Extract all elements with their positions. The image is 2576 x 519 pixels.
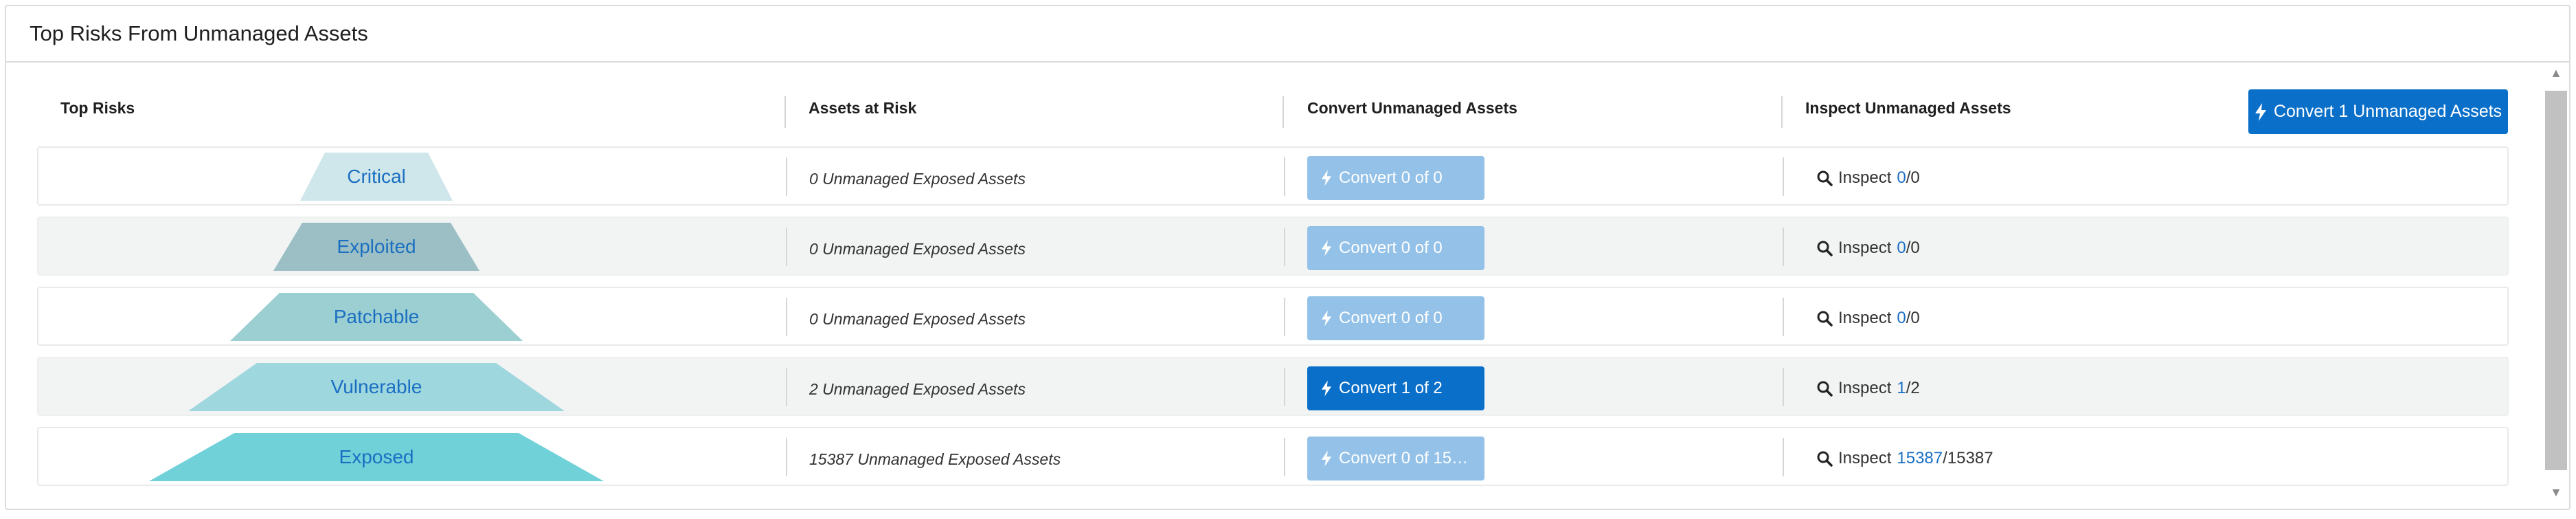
risk-row: Vulnerable 2 Unmanaged Exposed Assets Conv… [37,357,2509,416]
convert-unmanaged-assets-button[interactable]: Convert 1 Unmanaged Assets [2248,89,2508,134]
inspect-total: /0 [1906,168,1920,187]
column-divider [1283,96,1284,128]
risk-level-label[interactable]: Critical [347,166,406,188]
column-divider [1284,298,1285,336]
convert-row-button[interactable]: Convert 0 of 0 [1307,296,1484,340]
column-divider [1783,298,1784,336]
inspect-link[interactable]: 1 [1897,379,1906,397]
convert-row-button[interactable]: Convert 0 of 0 [1307,156,1484,200]
risk-level-label[interactable]: Vulnerable [331,376,422,398]
inspect-count: 1/2 [1897,379,1919,398]
inspect-label: Inspect [1838,449,1892,467]
assets-at-risk-text: 0 Unmanaged Exposed Assets [809,240,1026,258]
search-icon [1817,381,1833,397]
risk-level-trapezoid[interactable]: Patchable [230,293,523,341]
inspect-cell: Inspect 15387/15387 [1816,449,1993,468]
risk-row: Critical 0 Unmanaged Exposed Assets Conver… [37,146,2509,206]
search-icon [1817,241,1833,256]
inspect-cell: Inspect 0/0 [1816,309,1920,328]
bolt-icon [2255,102,2266,121]
inspect-count: 0/0 [1897,239,1919,258]
column-divider [1783,157,1784,196]
column-divider [1284,368,1285,406]
convert-row-label: Convert 1 of 2 [1339,379,1443,397]
inspect-cell: Inspect 0/0 [1816,239,1920,258]
scroll-up-icon[interactable]: ▲ [2550,66,2562,80]
risk-level-label[interactable]: Exposed [339,446,414,468]
risk-row: Patchable 0 Unmanaged Exposed Assets Conve… [37,287,2509,346]
inspect-link[interactable]: 15387 [1897,449,1943,467]
column-divider [1284,228,1285,266]
risk-level-trapezoid[interactable]: Exploited [273,223,479,271]
inspect-total: /0 [1906,239,1920,257]
convert-unmanaged-assets-label: Convert 1 Unmanaged Assets [2273,102,2502,121]
search-icon [1817,451,1833,467]
inspect-total: /0 [1906,309,1920,327]
inspect-count: 0/0 [1897,309,1919,328]
convert-row-button[interactable]: Convert 0 of 0 [1307,226,1484,270]
column-divider [1783,368,1784,406]
risk-level-label[interactable]: Exploited [337,236,416,258]
panel-title: Top Risks From Unmanaged Assets [30,21,368,45]
column-divider [1781,96,1783,128]
risk-row: Exposed 15387 Unmanaged Exposed Assets Con… [37,427,2509,486]
bolt-icon [1321,240,1332,256]
column-divider [786,368,787,406]
inspect-label: Inspect [1838,379,1892,397]
convert-row-label: Convert 0 of 15… [1339,449,1469,467]
panel-header: Top Risks From Unmanaged Assets [6,6,2569,63]
inspect-total: /2 [1906,379,1920,397]
search-icon [1817,170,1833,186]
convert-row-label: Convert 0 of 0 [1339,309,1443,327]
inspect-link[interactable]: 0 [1897,309,1906,327]
convert-row-button[interactable]: Convert 1 of 2 [1307,366,1484,410]
inspect-label: Inspect [1838,239,1892,257]
risk-level-label[interactable]: Patchable [334,306,420,328]
column-divider [1783,438,1784,476]
inspect-link[interactable]: 0 [1897,168,1906,187]
risk-level-trapezoid[interactable]: Critical [300,153,453,201]
column-divider [786,438,787,476]
convert-row-label: Convert 0 of 0 [1339,168,1443,187]
scroll-down-icon[interactable]: ▼ [2550,485,2562,500]
inspect-count: 0/0 [1897,168,1919,188]
search-icon [1817,311,1833,327]
convert-row-label: Convert 0 of 0 [1339,239,1443,257]
column-divider [786,298,787,336]
column-header-convert: Convert Unmanaged Assets [1307,99,1517,117]
bolt-icon [1321,310,1332,327]
column-header-top-risks: Top Risks [60,99,135,117]
inspect-link[interactable]: 0 [1897,239,1906,257]
assets-at-risk-text: 0 Unmanaged Exposed Assets [809,170,1026,188]
column-divider [1284,157,1285,196]
inspect-count: 15387/15387 [1897,449,1993,468]
column-header-inspect: Inspect Unmanaged Assets [1805,99,2011,117]
column-divider [786,157,787,196]
column-divider [786,228,787,266]
column-header-assets-at-risk: Assets at Risk [809,99,917,117]
inspect-label: Inspect [1838,309,1892,327]
bolt-icon [1321,450,1332,467]
column-divider [1783,228,1784,266]
assets-at-risk-text: 2 Unmanaged Exposed Assets [809,380,1026,398]
bolt-icon [1321,170,1332,186]
inspect-label: Inspect [1838,168,1892,187]
inspect-cell: Inspect 0/0 [1816,168,1920,188]
risk-level-trapezoid[interactable]: Vulnerable [188,363,565,411]
risk-level-trapezoid[interactable]: Exposed [149,433,604,481]
bolt-icon [1321,380,1332,397]
assets-at-risk-text: 15387 Unmanaged Exposed Assets [809,450,1061,468]
inspect-total: /15387 [1943,449,1993,467]
column-divider [784,96,786,128]
risk-row: Exploited 0 Unmanaged Exposed Assets Conve… [37,217,2509,276]
assets-at-risk-text: 0 Unmanaged Exposed Assets [809,310,1026,328]
inspect-cell: Inspect 1/2 [1816,379,1920,398]
column-divider [1284,438,1285,476]
convert-row-button[interactable]: Convert 0 of 15… [1307,437,1484,481]
scrollbar-thumb[interactable] [2545,91,2567,470]
